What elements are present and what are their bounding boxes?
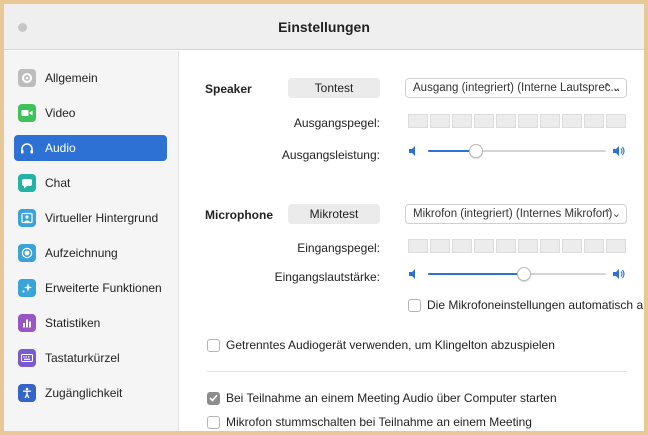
auto-adjust-mic-checkbox[interactable] (408, 298, 421, 312)
speaker-low-icon (409, 269, 415, 279)
output-volume-slider[interactable] (408, 143, 626, 159)
output-volume-label: Ausgangsleistung: (281, 148, 380, 162)
settings-window: Einstellungen Allgemein Video Audio Chat (4, 4, 644, 431)
title-bar: Einstellungen (4, 4, 644, 50)
window-title: Einstellungen (278, 19, 370, 35)
sparkle-icon (18, 279, 36, 297)
speaker-device-value: Ausgang (integriert) (Interne Lautsprec.… (413, 82, 621, 94)
output-level-label: Ausgangspegel: (293, 116, 380, 130)
microphone-section-label: Microphone (205, 208, 273, 222)
input-level-meter (408, 239, 626, 253)
auto-adjust-mic-label: Die Mikrofoneinstellungen automatisch an… (427, 298, 644, 312)
select-chevron-icon: ⌃⌄ (602, 82, 621, 94)
separate-ringtone-device-label: Getrenntes Audiogerät verwenden, um Klin… (226, 338, 555, 352)
sidebar-item-audio[interactable]: Audio (14, 135, 167, 161)
video-camera-icon (18, 104, 36, 122)
input-volume-label: Eingangslautstärke: (274, 270, 380, 284)
output-level-meter (408, 114, 626, 128)
sidebar-item-allgemein[interactable]: Allgemein (14, 65, 167, 91)
microphone-test-button[interactable]: Mikrotest (288, 204, 380, 224)
accessibility-icon (18, 384, 36, 402)
microphone-device-select[interactable]: Mikrofon (integriert) (Internes Mikrofon… (405, 204, 627, 224)
sidebar-item-label: Video (45, 106, 76, 120)
join-computer-audio-label: Bei Teilnahme an einem Meeting Audio übe… (226, 391, 557, 405)
checkmark-icon (209, 394, 218, 402)
speaker-high-icon (613, 269, 625, 279)
keyboard-icon (18, 349, 36, 367)
record-icon (18, 244, 36, 262)
sidebar-item-label: Erweiterte Funktionen (45, 281, 162, 295)
sidebar-item-label: Audio (45, 141, 76, 155)
sidebar-item-statistiken[interactable]: Statistiken (14, 310, 167, 336)
sidebar-item-zugaenglichkeit[interactable]: Zugänglichkeit (14, 380, 167, 406)
mute-on-join-option[interactable]: Mikrofon stummschalten bei Teilnahme an … (207, 415, 532, 429)
chat-bubble-icon (18, 174, 36, 192)
output-volume-thumb[interactable] (469, 144, 484, 158)
input-volume-thumb[interactable] (517, 267, 532, 281)
headphones-icon (18, 139, 36, 157)
input-volume-slider[interactable] (408, 266, 626, 282)
person-frame-icon (18, 209, 36, 227)
mute-on-join-label: Mikrofon stummschalten bei Teilnahme an … (226, 415, 532, 429)
sidebar-item-erweiterte-funktionen[interactable]: Erweiterte Funktionen (14, 275, 167, 301)
sidebar-item-label: Chat (45, 176, 71, 190)
speaker-high-icon (613, 146, 625, 156)
input-level-label: Eingangspegel: (297, 241, 380, 255)
section-divider (207, 371, 627, 372)
separate-ringtone-device-checkbox[interactable] (207, 338, 220, 352)
speaker-section-label: Speaker (205, 82, 252, 96)
bar-chart-icon (18, 314, 36, 332)
settings-sidebar: Allgemein Video Audio Chat Virtueller Hi… (4, 51, 179, 431)
sidebar-item-virtueller-hintergrund[interactable]: Virtueller Hintergrund (14, 205, 167, 231)
gear-icon (18, 69, 36, 87)
mute-on-join-checkbox[interactable] (207, 415, 220, 429)
speaker-low-icon (409, 146, 415, 156)
sidebar-item-tastaturkuerzel[interactable]: Tastaturkürzel (14, 345, 167, 371)
speaker-test-button[interactable]: Tontest (288, 78, 380, 98)
sidebar-item-label: Aufzeichnung (45, 246, 118, 260)
sidebar-item-label: Tastaturkürzel (45, 351, 120, 365)
sidebar-item-label: Statistiken (45, 316, 101, 330)
audio-settings-panel: Speaker Tontest Ausgang (integriert) (In… (180, 51, 644, 431)
sidebar-item-label: Virtueller Hintergrund (45, 211, 159, 225)
sidebar-item-aufzeichnung[interactable]: Aufzeichnung (14, 240, 167, 266)
sidebar-item-chat[interactable]: Chat (14, 170, 167, 196)
separate-ringtone-device-option[interactable]: Getrenntes Audiogerät verwenden, um Klin… (207, 338, 555, 352)
sidebar-item-label: Zugänglichkeit (45, 386, 123, 400)
auto-adjust-mic-option[interactable]: Die Mikrofoneinstellungen automatisch an… (408, 298, 644, 312)
sidebar-item-label: Allgemein (45, 71, 98, 85)
join-computer-audio-checkbox[interactable] (207, 391, 220, 405)
join-computer-audio-option[interactable]: Bei Teilnahme an einem Meeting Audio übe… (207, 391, 557, 405)
sidebar-item-video[interactable]: Video (14, 100, 167, 126)
select-chevron-icon: ⌃⌄ (602, 208, 621, 220)
speaker-device-select[interactable]: Ausgang (integriert) (Interne Lautsprec.… (405, 78, 627, 98)
microphone-device-value: Mikrofon (integriert) (Internes Mikrofon… (413, 208, 613, 220)
